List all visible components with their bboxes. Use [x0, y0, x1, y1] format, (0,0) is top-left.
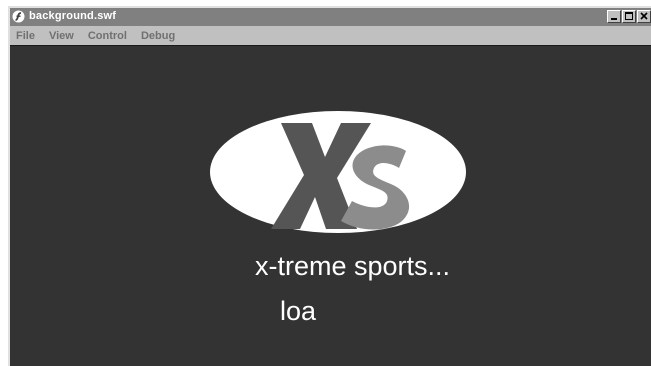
menu-bar: File View Control Debug: [10, 26, 651, 45]
menu-file[interactable]: File: [10, 30, 42, 42]
window-title: background.swf: [29, 10, 117, 22]
window-controls: [607, 10, 651, 24]
maximize-button[interactable]: [622, 10, 636, 23]
minimize-icon: [611, 18, 617, 20]
menu-view[interactable]: View: [42, 30, 81, 42]
flash-stage[interactable]: x-treme sports... loa: [10, 45, 651, 366]
tagline-text: x-treme sports...: [254, 251, 451, 281]
menu-debug[interactable]: Debug: [134, 30, 182, 42]
close-icon: [640, 12, 648, 20]
xtreme-sports-logo: [210, 111, 466, 233]
flash-player-window: background.swf File View Control Debug x…: [8, 6, 651, 366]
loading-text: loa: [280, 296, 317, 326]
menu-control[interactable]: Control: [81, 30, 134, 42]
title-bar[interactable]: background.swf: [10, 8, 651, 26]
minimize-button[interactable]: [607, 10, 621, 23]
flash-app-icon[interactable]: [12, 10, 25, 23]
close-button[interactable]: [637, 10, 651, 23]
maximize-icon: [625, 12, 633, 20]
